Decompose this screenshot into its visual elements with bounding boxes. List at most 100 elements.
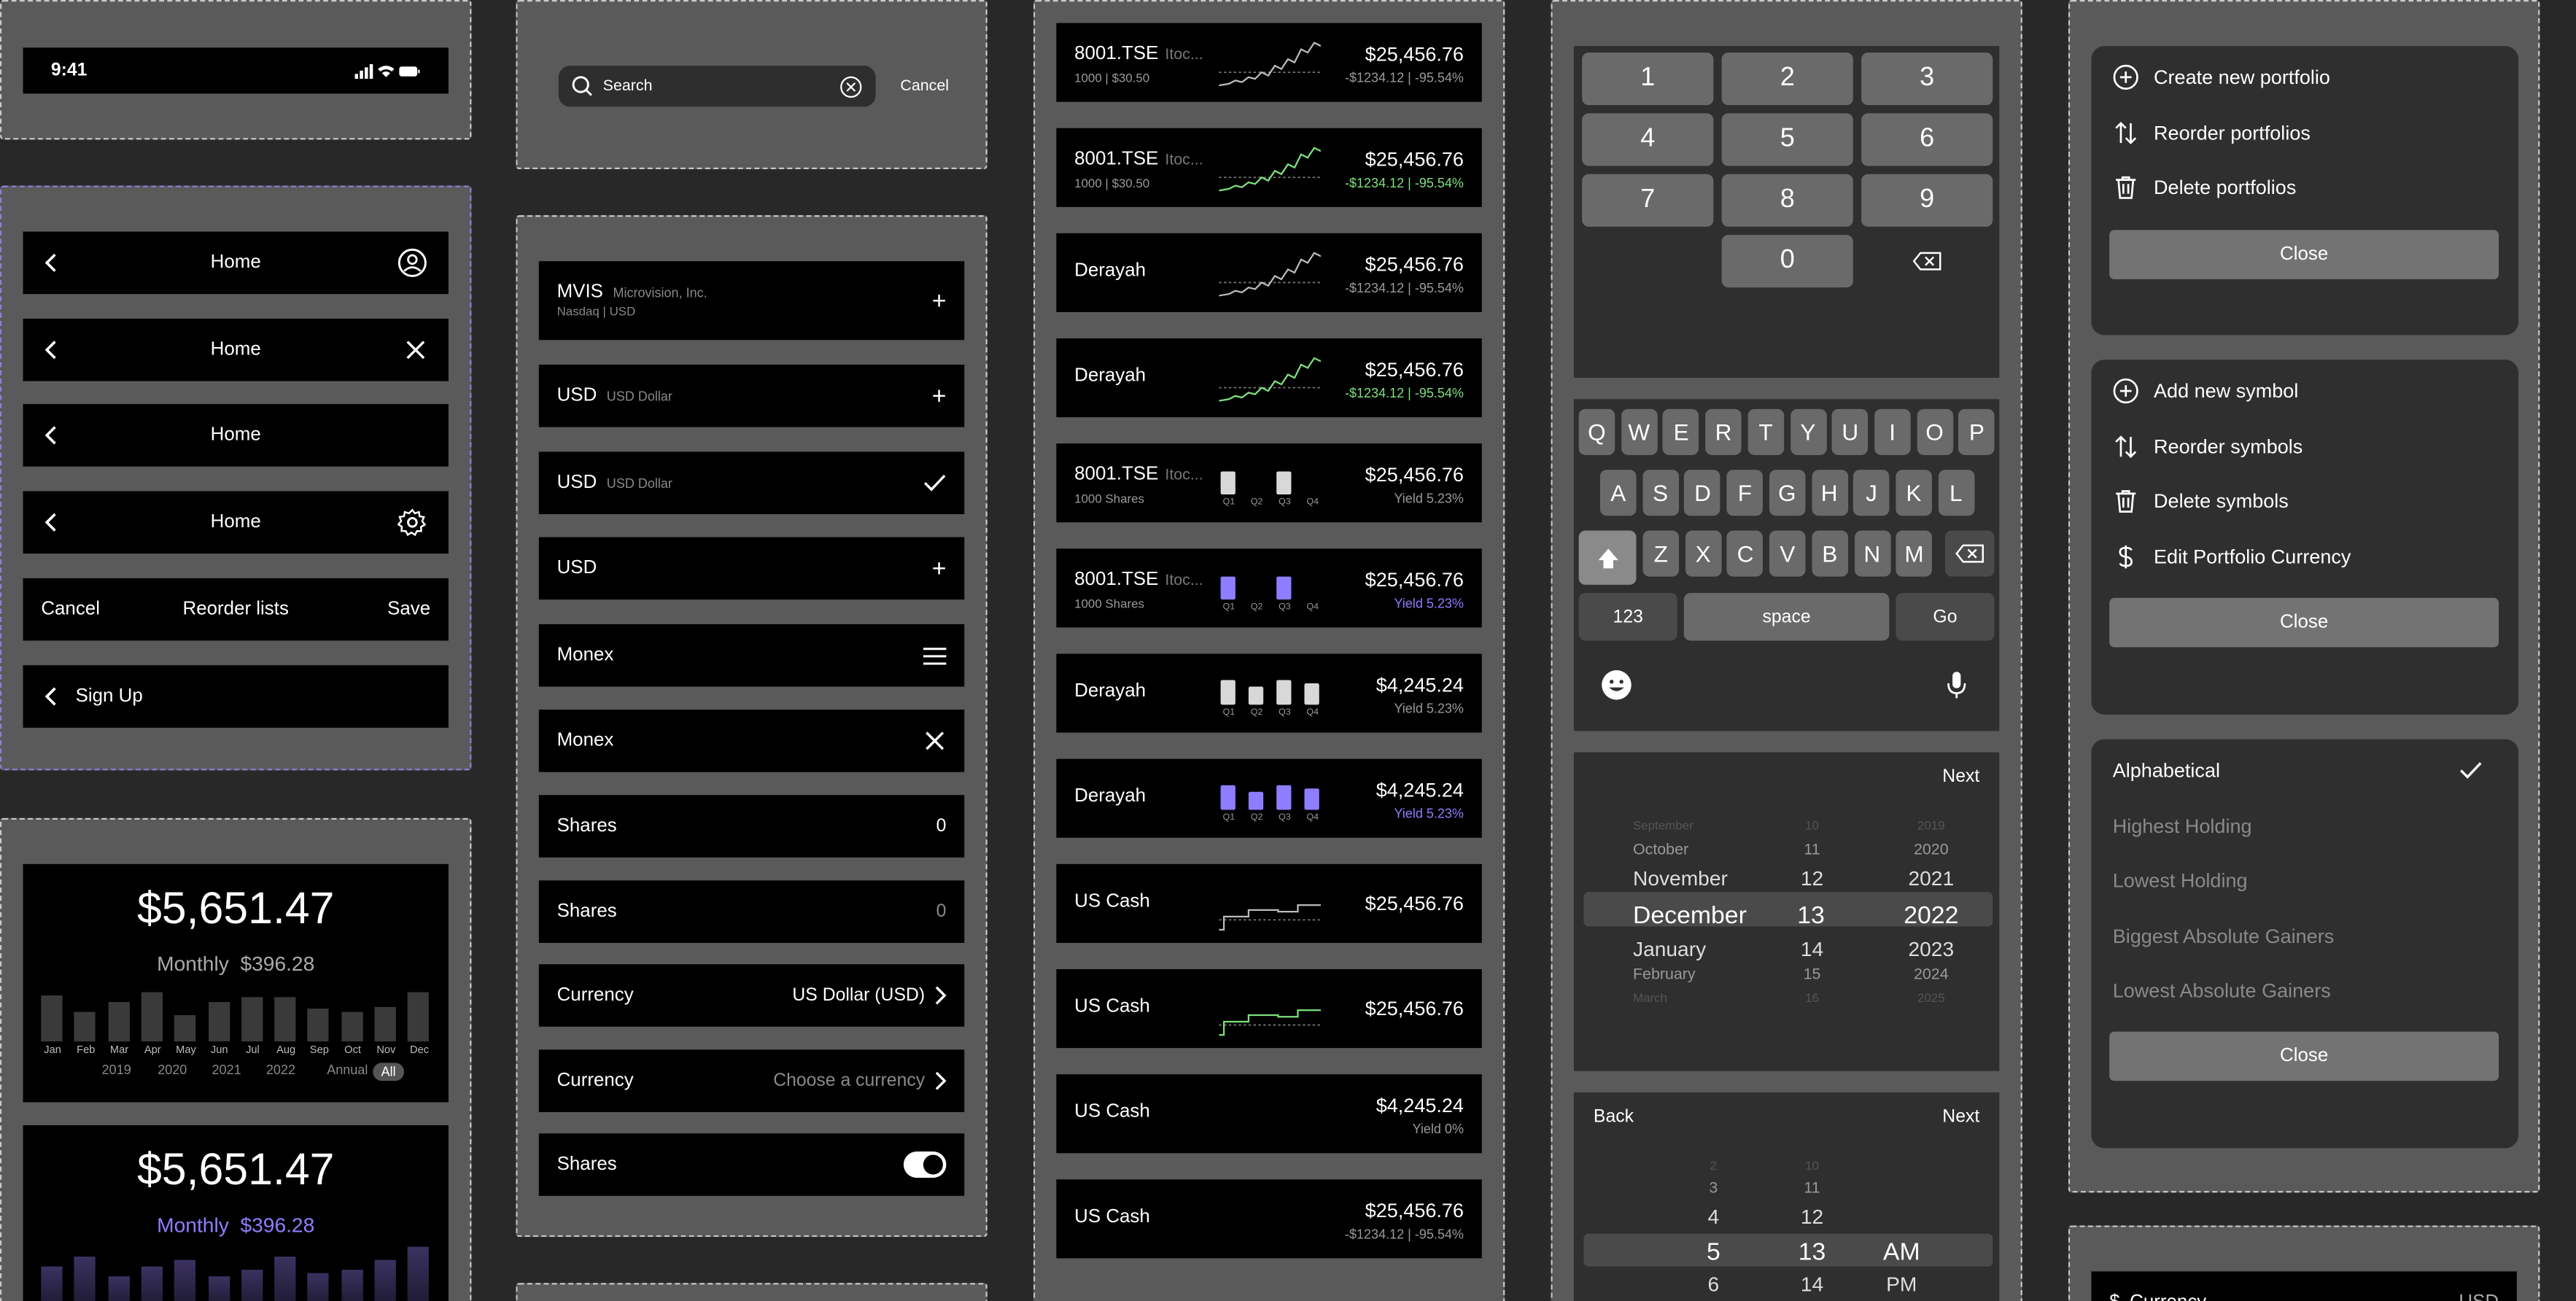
close-button[interactable]: Close [2109,1031,2499,1081]
key-t[interactable]: T [1747,408,1784,455]
year-filter[interactable]: 2019 [102,1063,131,1077]
row-action[interactable]: US Dollar (USD) [792,986,947,1006]
month-bar[interactable] [141,1266,163,1301]
form-row[interactable]: MVIS Microvision, Inc. Nasdaq | USD + [538,261,965,341]
numpad-key[interactable]: 3 [1861,53,1993,106]
add-icon[interactable]: + [932,554,947,582]
month-bar[interactable] [241,998,263,1042]
hour-option[interactable]: 2 [1689,1158,1739,1173]
month-bar[interactable] [408,991,430,1042]
month-option[interactable]: October [1633,841,1688,859]
month-bar[interactable] [374,1006,396,1042]
key-o[interactable]: O [1916,408,1953,455]
key-w[interactable]: W [1621,408,1658,455]
day-option[interactable]: 10 [1801,818,1824,833]
close-icon[interactable] [923,729,947,753]
key-e[interactable]: E [1663,408,1699,455]
row-action[interactable]: + [932,287,947,314]
row-action[interactable]: + [932,554,947,582]
dictation-key[interactable] [1947,670,1966,708]
month-bar[interactable] [374,1259,396,1301]
add-icon[interactable]: + [932,382,947,410]
numpad-key[interactable]: 9 [1861,174,1993,227]
month-option[interactable]: November [1633,867,1728,890]
form-row[interactable]: Currency US Dollar (USD) [538,964,965,1027]
month-bar[interactable] [341,1011,363,1042]
cancel-button[interactable]: Cancel [41,599,100,619]
menu-item[interactable]: Reorder portfolios [2113,119,2311,145]
backspace-key[interactable] [1944,530,1995,577]
minute-option[interactable]: 13 [1788,1238,1837,1266]
toggle-switch[interactable] [903,1152,947,1178]
month-bar[interactable] [341,1270,363,1301]
search-field[interactable]: Search [558,66,876,107]
ticker-row[interactable]: US Cash $25,456.76 [1056,968,1482,1049]
key-q[interactable]: Q [1578,408,1615,455]
month-bar[interactable] [207,1002,230,1042]
ticker-row[interactable]: Derayah $25,456.76 -$1234.12 | -95.54% [1056,233,1482,312]
menu-item[interactable]: Delete symbols [2113,488,2289,514]
year-filter[interactable]: 2020 [158,1063,187,1077]
year-option[interactable]: 2020 [1876,841,1986,859]
nav-right-action[interactable] [397,248,427,278]
sort-option[interactable]: Highest Holding [2113,814,2497,837]
key-m[interactable]: M [1896,530,1933,577]
year-filter[interactable]: All [373,1063,404,1081]
ticker-row[interactable]: 8001.TSE Itoc... 1000 | $30.50 $25,456.76 -$… [1056,23,1482,102]
key-i[interactable]: I [1874,408,1911,455]
day-option[interactable]: 13 [1797,902,1825,930]
year-option[interactable]: 2025 [1876,990,1986,1005]
ticker-row[interactable]: Derayah $25,456.76 -$1234.12 | -95.54% [1056,338,1482,418]
go-key[interactable]: Go [1896,593,1995,641]
month-bar[interactable] [74,1257,96,1301]
menu-icon[interactable] [923,646,947,664]
month-bar[interactable] [141,993,163,1042]
day-option[interactable]: 16 [1801,990,1824,1005]
key-n[interactable]: N [1853,530,1890,577]
form-row[interactable]: USD USD Dollar [538,451,965,515]
key-x[interactable]: X [1685,530,1721,577]
day-option[interactable]: 14 [1801,938,1824,961]
key-l[interactable]: L [1938,470,1974,516]
gear-icon[interactable] [397,507,427,537]
key-h[interactable]: H [1811,470,1847,516]
currency-row[interactable]: $ Currency USD [2091,1271,2517,1301]
month-bar[interactable] [274,998,296,1042]
check-icon[interactable] [923,473,947,493]
key-p[interactable]: P [1958,408,1995,455]
month-bar[interactable] [74,1011,96,1042]
year-filter[interactable]: 2022 [266,1063,295,1077]
row-action[interactable]: + [932,382,947,410]
minute-option[interactable]: 14 [1788,1273,1837,1297]
minute-option[interactable]: 10 [1788,1158,1837,1173]
year-filter[interactable]: 2021 [212,1063,241,1077]
sort-option[interactable]: Biggest Absolute Gainers [2113,924,2497,947]
minute-option[interactable]: 12 [1788,1205,1837,1229]
delete-key[interactable] [1861,235,1993,287]
hour-option[interactable]: 4 [1689,1205,1739,1229]
form-row[interactable]: Monex [538,710,965,772]
month-option[interactable]: February [1633,966,1696,984]
sort-option[interactable]: Lowest Holding [2113,869,2497,893]
row-action[interactable] [923,646,947,664]
ticker-row[interactable]: US Cash $25,456.76 -$1234.12 | -95.54% [1056,1179,1482,1259]
month-bar[interactable] [207,1276,230,1301]
emoji-key[interactable] [1600,669,1633,710]
menu-item[interactable]: Delete portfolios [2113,174,2296,201]
period-option[interactable]: PM [1873,1273,1931,1297]
month-bar[interactable] [408,1246,430,1301]
year-option[interactable]: 2024 [1876,966,1986,984]
row-action[interactable]: 0 [936,816,947,836]
numpad-key[interactable]: 7 [1582,174,1714,227]
nav-right-action[interactable] [397,507,427,537]
ticker-row[interactable]: 8001.TSE Itoc... 1000 | $30.50 $25,456.76 -$… [1056,128,1482,207]
back-chevron-icon[interactable] [44,512,58,532]
key-j[interactable]: J [1853,470,1890,516]
shift-key[interactable] [1578,530,1637,585]
form-row[interactable]: Shares 0 [538,880,965,943]
month-bar[interactable] [41,1266,63,1301]
numpad-key[interactable]: 8 [1721,174,1853,227]
year-option[interactable]: 2023 [1876,938,1986,961]
key-z[interactable]: Z [1642,530,1680,577]
time-next-button[interactable]: Next [1942,1107,1979,1127]
